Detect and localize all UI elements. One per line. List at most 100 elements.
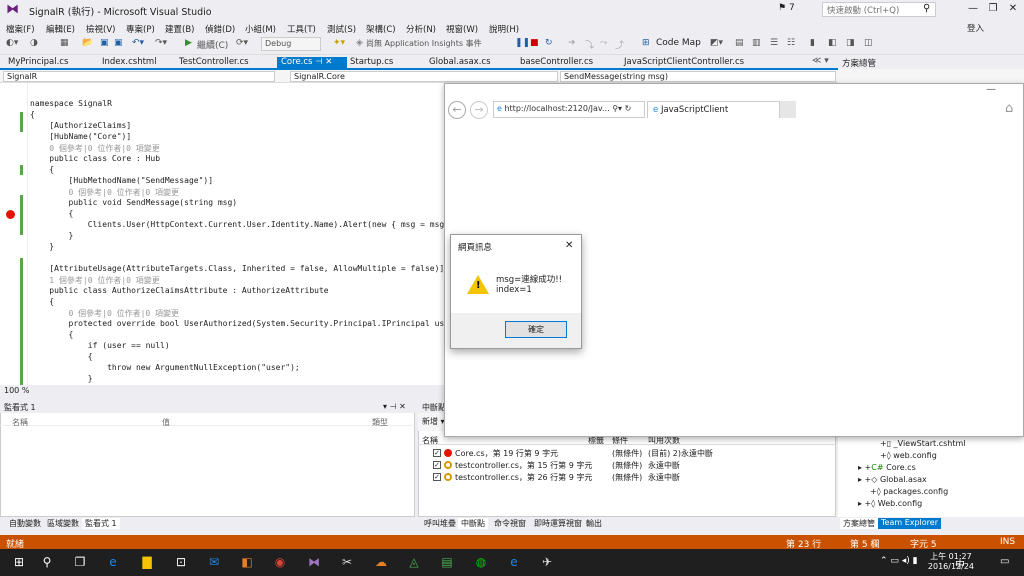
menu-architecture[interactable]: 架構(C) [366, 23, 396, 35]
code-line[interactable]: { [30, 330, 74, 339]
browser-link-icon[interactable]: ✦▾ [333, 38, 345, 48]
code-line[interactable]: namespace SignalR [30, 99, 112, 108]
tree-item-web-config-views[interactable]: +◊ web.config [880, 451, 937, 460]
map-options-icon[interactable]: ◩▾ [710, 38, 723, 48]
line-icon[interactable]: ◍ [472, 553, 490, 571]
menu-edit[interactable]: 編輯(E) [46, 23, 75, 35]
bookmark-prev-icon[interactable]: ◧ [828, 38, 837, 48]
menu-window[interactable]: 視窗(W) [446, 23, 478, 35]
notification-flag-icon[interactable]: ⚑ 7 [778, 3, 795, 13]
file-explorer-icon[interactable]: ▇ [138, 553, 156, 571]
code-line[interactable]: { [30, 110, 35, 119]
menu-debug[interactable]: 偵錯(D) [205, 23, 235, 35]
watch-window-controls-icon[interactable]: ▾ ⊣ ✕ [383, 402, 406, 411]
show-next-statement-icon[interactable]: ➜ [568, 38, 576, 48]
step-into-icon[interactable]: ⤵ [585, 38, 594, 51]
new-tab-button[interactable] [780, 101, 796, 118]
back-icon[interactable]: ◐▾ [6, 38, 18, 48]
undo-icon[interactable]: ↶▾ [132, 38, 144, 48]
code-line[interactable]: { [30, 297, 54, 306]
code-line[interactable]: } [30, 231, 74, 240]
uncomment-icon[interactable]: ☷ [787, 38, 795, 48]
project-dropdown[interactable]: SignalR [3, 71, 275, 82]
store-icon[interactable]: ⊡ [172, 553, 190, 571]
redo-icon[interactable]: ↷▾ [155, 38, 167, 48]
continue-icon[interactable]: ▶ [185, 38, 192, 48]
continue-button[interactable]: 繼續(C) [197, 38, 228, 51]
ok-button[interactable]: 確定 [505, 321, 567, 338]
code-line[interactable]: } [30, 242, 54, 251]
tab-myprincipal[interactable]: MyPrincipal.cs [4, 57, 72, 70]
tree-item-viewstart[interactable]: +▯ _ViewStart.cshtml [880, 439, 966, 448]
tab-startup[interactable]: Startup.cs [346, 57, 397, 70]
refresh-icon[interactable]: ⟳▾ [236, 38, 248, 48]
mail-icon[interactable]: ✉ [205, 553, 223, 571]
visual-studio-icon[interactable]: ⧓ [305, 553, 323, 571]
breakpoint-icon[interactable] [6, 210, 15, 219]
bookmark-next-icon[interactable]: ◨ [846, 38, 855, 48]
quick-launch-input[interactable]: 快速啟動 (Ctrl+Q) [822, 2, 936, 17]
menu-build[interactable]: 建置(B) [165, 23, 194, 35]
bookmark-icon[interactable]: ▮ [810, 38, 815, 48]
pin-icon[interactable]: ⊣ [315, 57, 322, 67]
code-line[interactable]: throw new ArgumentNullException("user"); [30, 363, 300, 372]
tab-call-stack[interactable]: 呼叫堆疊 [421, 518, 459, 529]
step-out-icon[interactable]: ⤴ [615, 38, 624, 51]
tab-basecontroller[interactable]: baseController.cs [516, 57, 597, 70]
code-line[interactable]: if (user == null) [30, 341, 170, 350]
dialog-close-icon[interactable]: ✕ [565, 240, 573, 251]
save-all-icon[interactable]: ▣ [114, 38, 123, 48]
tab-output[interactable]: 輸出 [583, 518, 605, 529]
clock[interactable]: 上午 01:27 2016/12/24 [928, 552, 974, 572]
tab-index-cshtml[interactable]: Index.cshtml [98, 57, 161, 70]
tab-global-asax[interactable]: Global.asax.cs [425, 57, 495, 70]
refresh-icon[interactable]: ↻ [625, 104, 632, 113]
close-tab-icon[interactable]: ✕ [325, 57, 332, 67]
restart-icon[interactable]: ↻ [545, 38, 553, 48]
menu-team[interactable]: 小組(M) [245, 23, 276, 35]
open-icon[interactable]: 📂 [82, 38, 93, 48]
browser-tab[interactable]: e JavaScriptClient [647, 101, 780, 118]
back-button[interactable]: ← [448, 101, 466, 119]
new-project-icon[interactable]: ▦ [60, 38, 69, 48]
toolbar-icon-b[interactable]: ▥ [752, 38, 761, 48]
tray-icons[interactable]: ⌃ ▭ ◂) ▮ [880, 556, 918, 566]
breakpoint-name[interactable]: testcontroller.cs，第 15 行第 9 字元 [455, 460, 592, 471]
editor-gutter[interactable] [0, 83, 28, 385]
menu-view[interactable]: 檢視(V) [86, 23, 115, 35]
save-icon[interactable]: ▣ [100, 38, 109, 48]
tab-watch1[interactable]: 監看式 1 [82, 518, 120, 529]
menu-test[interactable]: 測試(S) [327, 23, 356, 35]
menu-tools[interactable]: 工具(T) [287, 23, 316, 35]
code-line[interactable]: { [30, 165, 54, 174]
chrome-icon[interactable]: ◉ [271, 553, 289, 571]
code-line[interactable]: [AuthorizeClaims] [30, 121, 131, 130]
app2-icon[interactable]: ✈ [538, 553, 556, 571]
action-center-icon[interactable]: ▭ [1000, 556, 1009, 567]
tab-testcontroller[interactable]: TestController.cs [175, 57, 253, 70]
breakpoint-checkbox[interactable]: ✓ [433, 473, 441, 481]
tree-item-global-asax[interactable]: ▸ +◇ Global.asax [858, 475, 927, 484]
tab-overflow-icon[interactable]: ≪ ▾ [812, 56, 829, 66]
pause-icon[interactable]: ❚❚ [515, 38, 530, 48]
tab-core-cs[interactable]: Core.cs ⊣ ✕ [277, 57, 347, 70]
breakpoint-name[interactable]: Core.cs，第 19 行第 9 字元 [455, 448, 558, 459]
configuration-select[interactable]: Debug [261, 37, 321, 51]
zoom-level[interactable]: 100 % [0, 385, 445, 397]
menu-help[interactable]: 說明(H) [489, 23, 519, 35]
code-line[interactable]: 0 個參考|0 位作者|0 項變更 [30, 308, 180, 319]
maximize-button[interactable]: ❐ [986, 3, 1000, 14]
code-line[interactable]: { [30, 352, 93, 361]
sourcetree-icon[interactable]: ◬ [405, 553, 423, 571]
insights-events[interactable]: 尚無 Application Insights 事件 [366, 38, 482, 49]
code-line[interactable]: Clients.User(HttpContext.Current.User.Id… [30, 220, 497, 229]
bookmark-clear-icon[interactable]: ◫ [864, 38, 873, 48]
breakpoint-checkbox[interactable]: ✓ [433, 461, 441, 469]
new-breakpoint-button[interactable]: 新增 [422, 417, 438, 426]
tab-breakpoints[interactable]: 中斷點 [458, 518, 488, 529]
tools-icon[interactable]: ✂ [338, 553, 356, 571]
class-dropdown[interactable]: SignalR.Core [290, 71, 558, 82]
code-line[interactable]: } [30, 374, 93, 383]
search-icon[interactable]: ⚲ [38, 553, 56, 571]
code-line[interactable]: 0 個參考|0 位作者|0 項變更 [30, 187, 180, 198]
